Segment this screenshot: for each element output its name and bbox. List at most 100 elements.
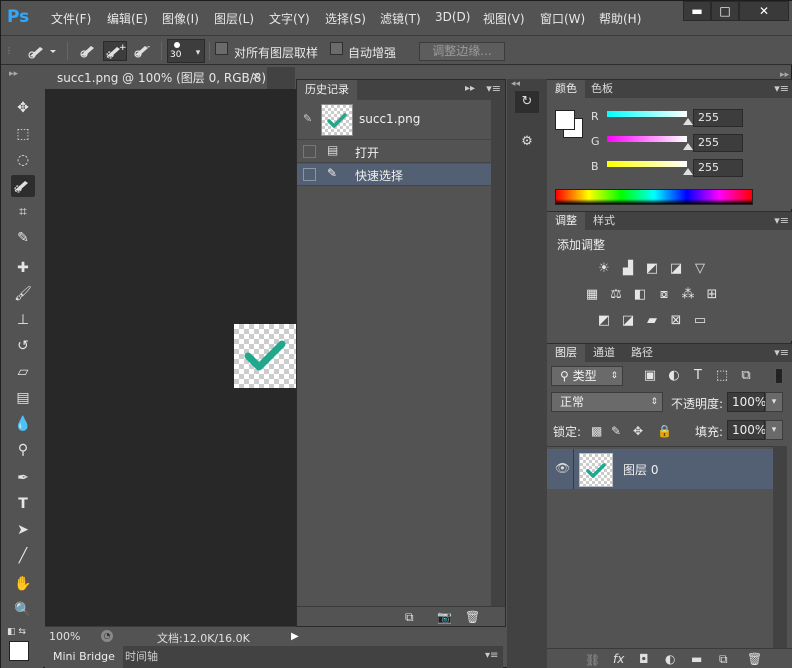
- g-slider-thumb[interactable]: [683, 143, 693, 150]
- visibility-eye-icon[interactable]: 👁: [555, 461, 570, 475]
- path-selection-tool-icon[interactable]: ➤: [11, 519, 35, 541]
- menu-edit[interactable]: 编辑(E): [107, 10, 148, 27]
- selective-color-icon[interactable]: ⊠: [667, 312, 685, 330]
- layer-style-icon[interactable]: fx: [613, 652, 624, 666]
- quick-selection-tool-icon[interactable]: [11, 175, 35, 197]
- adjustment-layer-icon[interactable]: ◐: [665, 652, 675, 666]
- layers-scrollbar[interactable]: [773, 446, 787, 650]
- r-value[interactable]: 255: [693, 109, 743, 127]
- lock-transparent-icon[interactable]: ▩: [591, 424, 602, 438]
- sample-all-layers-checkbox[interactable]: [215, 42, 228, 55]
- color-balance-icon[interactable]: ⚖: [607, 286, 625, 304]
- auto-enhance-checkbox[interactable]: [330, 42, 343, 55]
- dock-expand-icon[interactable]: ◂◂: [511, 79, 520, 89]
- properties-panel-icon[interactable]: ⚙: [515, 131, 539, 153]
- opacity-input[interactable]: 100%: [727, 392, 766, 412]
- refine-edge-button[interactable]: 调整边缘...: [419, 42, 505, 61]
- history-scrollbar[interactable]: [491, 100, 505, 606]
- menu-view[interactable]: 视图(V): [483, 10, 525, 27]
- brush-tool-icon[interactable]: 🖌: [11, 283, 35, 305]
- layer-mask-icon[interactable]: ◘: [639, 652, 649, 666]
- menu-filter[interactable]: 滤镜(T): [380, 10, 421, 27]
- history-menu-icon[interactable]: ▾≡: [486, 82, 501, 95]
- b-slider[interactable]: [607, 161, 687, 167]
- blend-mode-select[interactable]: 正常 ⇕: [551, 392, 663, 412]
- b-value[interactable]: 255: [693, 159, 743, 177]
- image-canvas[interactable]: [234, 324, 296, 388]
- link-layers-icon[interactable]: ⛓: [585, 653, 600, 667]
- zoom-tool-icon[interactable]: 🔍: [11, 599, 35, 621]
- history-item-open[interactable]: ▤ 打开: [297, 141, 491, 163]
- filter-type-icon[interactable]: T: [689, 367, 707, 385]
- filter-toggle[interactable]: [775, 368, 783, 384]
- foreground-color-box[interactable]: [555, 110, 575, 130]
- history-snapshot[interactable]: ✎ succ1.png: [297, 100, 491, 140]
- tab-styles[interactable]: 样式: [585, 212, 623, 230]
- gradient-map-icon[interactable]: ▭: [691, 312, 709, 330]
- clone-stamp-tool-icon[interactable]: ⊥: [11, 309, 35, 331]
- history-brush-tool-icon[interactable]: ↺: [11, 335, 35, 357]
- tab-history[interactable]: 历史记录: [297, 80, 357, 100]
- layer-filter-select[interactable]: ⚲ 类型 ⇕: [551, 366, 623, 386]
- b-slider-thumb[interactable]: [683, 168, 693, 175]
- g-value[interactable]: 255: [693, 134, 743, 152]
- subtract-from-selection-icon[interactable]: -: [131, 41, 155, 61]
- history-source-checkbox[interactable]: [303, 168, 316, 181]
- black-white-icon[interactable]: ◧: [631, 286, 649, 304]
- delete-layer-icon[interactable]: 🗑: [747, 652, 762, 666]
- zoom-level[interactable]: 100%: [49, 630, 80, 643]
- threshold-icon[interactable]: ▰: [643, 312, 661, 330]
- pen-tool-icon[interactable]: ✒: [11, 467, 35, 489]
- r-slider-thumb[interactable]: [683, 118, 693, 125]
- adjustments-panel-menu-icon[interactable]: ▾≡: [774, 214, 789, 227]
- color-panel-menu-icon[interactable]: ▾≡: [774, 82, 789, 95]
- color-lookup-icon[interactable]: ⊞: [703, 286, 721, 304]
- fill-dropdown-icon[interactable]: ▾: [765, 420, 783, 440]
- group-folder-icon[interactable]: ▬: [691, 652, 702, 666]
- new-layer-icon[interactable]: ⧉: [719, 652, 728, 667]
- eyedropper-tool-icon[interactable]: ✎: [11, 227, 35, 249]
- hand-tool-icon[interactable]: ✋: [11, 573, 35, 595]
- hue-saturation-icon[interactable]: ▦: [583, 286, 601, 304]
- tab-paths[interactable]: 路径: [623, 344, 661, 362]
- color-spectrum-ramp[interactable]: [555, 189, 753, 205]
- channel-mixer-icon[interactable]: ⁂: [679, 286, 697, 304]
- minimize-button[interactable]: ▬: [683, 1, 711, 21]
- bottom-panel-menu-icon[interactable]: ▾≡: [485, 650, 498, 661]
- eraser-tool-icon[interactable]: ▱: [11, 361, 35, 383]
- layer-row[interactable]: 👁 图层 0: [547, 449, 773, 489]
- history-panel-icon[interactable]: ↻: [515, 91, 539, 113]
- add-to-selection-icon[interactable]: +: [103, 41, 127, 61]
- line-tool-icon[interactable]: ╱: [11, 545, 35, 567]
- document-tab[interactable]: succ1.png @ 100% (图层 0, RGB/8): [45, 67, 267, 89]
- trash-icon[interactable]: 🗑: [465, 610, 480, 624]
- default-colors-icon[interactable]: ◧ ⇆: [7, 627, 26, 637]
- menu-3d[interactable]: 3D(D): [435, 10, 470, 24]
- tab-mini-bridge[interactable]: Mini Bridge: [45, 646, 123, 668]
- panel-collapse-icon[interactable]: ▸▸: [780, 70, 789, 80]
- type-tool-icon[interactable]: T: [11, 493, 35, 515]
- crop-tool-icon[interactable]: ⌗: [11, 201, 35, 223]
- exposure-icon[interactable]: ◪: [667, 260, 685, 278]
- new-selection-icon[interactable]: [77, 41, 101, 61]
- menu-select[interactable]: 选择(S): [325, 10, 366, 27]
- history-item-quick-selection[interactable]: ✎ 快速选择: [297, 164, 491, 186]
- photo-filter-icon[interactable]: ⧇: [655, 286, 673, 304]
- marquee-tool-icon[interactable]: ⬚: [11, 123, 35, 145]
- layers-panel-menu-icon[interactable]: ▾≡: [774, 346, 789, 359]
- camera-icon[interactable]: 📷: [437, 610, 452, 624]
- lock-position-icon[interactable]: ✥: [633, 424, 643, 438]
- menu-window[interactable]: 窗口(W): [540, 10, 585, 27]
- levels-icon[interactable]: ▟: [619, 260, 637, 278]
- g-slider[interactable]: [607, 136, 687, 142]
- foreground-color-swatch[interactable]: [9, 641, 29, 661]
- curves-icon[interactable]: ◩: [643, 260, 661, 278]
- menu-help[interactable]: 帮助(H): [599, 10, 641, 27]
- history-collapse-icon[interactable]: ▸▸: [465, 83, 475, 94]
- opacity-dropdown-icon[interactable]: ▾: [765, 392, 783, 412]
- tab-timeline[interactable]: 时间轴: [117, 646, 166, 668]
- healing-brush-tool-icon[interactable]: ✚: [11, 257, 35, 279]
- tab-adjustments[interactable]: 调整: [547, 212, 585, 230]
- history-source-checkbox[interactable]: [303, 145, 316, 158]
- posterize-icon[interactable]: ◪: [619, 312, 637, 330]
